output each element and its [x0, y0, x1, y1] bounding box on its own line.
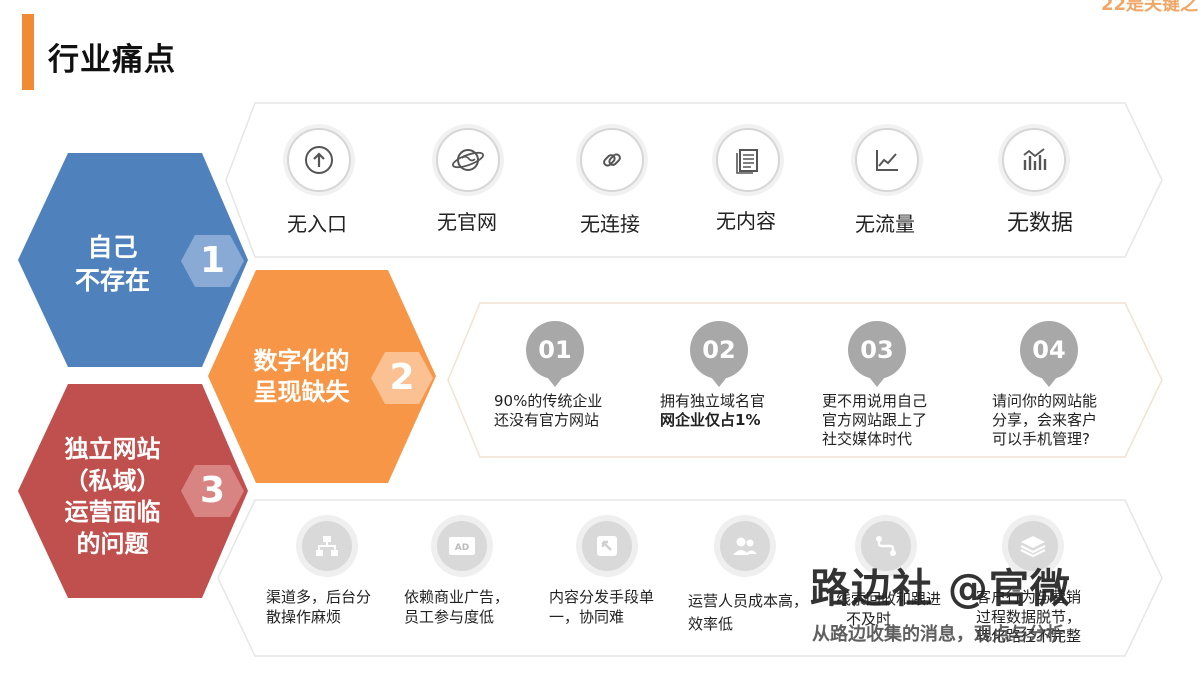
watermark-title: 路边社 @官微: [810, 566, 1071, 612]
document-icon: [716, 128, 780, 192]
row3-text-1: 渠道多，后台分 散操作麻烦: [266, 588, 372, 626]
hexagon-3-text: 独立网站 （私域） 运营面临 的问题: [64, 435, 161, 559]
row2-badge-3: 03: [848, 321, 906, 387]
row2-badge-1: 01: [526, 321, 584, 387]
row1-item-1: [287, 128, 351, 192]
hexagon-2-text: 数字化的 呈现缺失: [253, 347, 350, 407]
svg-text:AD: AD: [455, 543, 469, 553]
row2-text-1: 90%的传统企业 还没有官方网站: [494, 392, 603, 429]
row2-text-3: 更不用说用自己 官方网站跟上了 社交媒体时代: [822, 392, 928, 448]
upload-arrow-icon: [287, 128, 351, 192]
row3-item-1: [302, 521, 352, 571]
row1-label-1: 无入口: [287, 212, 347, 236]
row2-text-4: 请问你的网站能 分享，会来客户 可以手机管理?: [992, 392, 1098, 448]
row2-badge-2: 02: [690, 321, 748, 387]
row1-item-4: [716, 128, 780, 192]
row2-text-2: 拥有独立域名官 网企业仅占1%: [660, 392, 766, 429]
org-chart-icon: [302, 521, 352, 571]
hexagon-1-number: 1: [199, 240, 226, 281]
watermark-subtitle: 从路边收集的消息，观点与分析: [812, 624, 1064, 645]
people-icon: [720, 521, 770, 571]
row1-item-3: [580, 128, 644, 192]
hexagon-3-number: 3: [199, 470, 226, 511]
line-chart-icon: [855, 128, 919, 192]
row3-text-2: 依赖商业广告， 员工参与度低: [404, 588, 510, 626]
row1-label-2: 无官网: [437, 210, 497, 234]
row3-text-3: 内容分发手段单 一，协同难: [549, 588, 655, 626]
hexagon-2-number: 2: [389, 357, 415, 398]
row3-item-3: [582, 521, 632, 571]
row1-item-5: [855, 128, 919, 192]
row3-item-2: AD: [437, 521, 487, 571]
row3-item-4: [720, 521, 770, 571]
row1-label-6: 无数据: [1006, 211, 1073, 236]
row1-label-3: 无连接: [580, 212, 640, 236]
globe-icon: [436, 128, 500, 192]
bar-chart-icon: [1002, 128, 1066, 192]
row1-item-2: [436, 128, 500, 192]
row1-label-5: 无流量: [855, 212, 915, 236]
row1-item-6: [1002, 128, 1066, 192]
row2-badge-4: 04: [1020, 321, 1078, 387]
hexagon-1-text: 自己 不存在: [74, 233, 150, 295]
row1-label-4: 无内容: [716, 209, 776, 233]
link-icon: [580, 128, 644, 192]
ad-icon: AD: [437, 521, 487, 571]
row3-text-4: 运营人员成本高， 效率低: [688, 592, 809, 633]
share-icon: [582, 521, 632, 571]
